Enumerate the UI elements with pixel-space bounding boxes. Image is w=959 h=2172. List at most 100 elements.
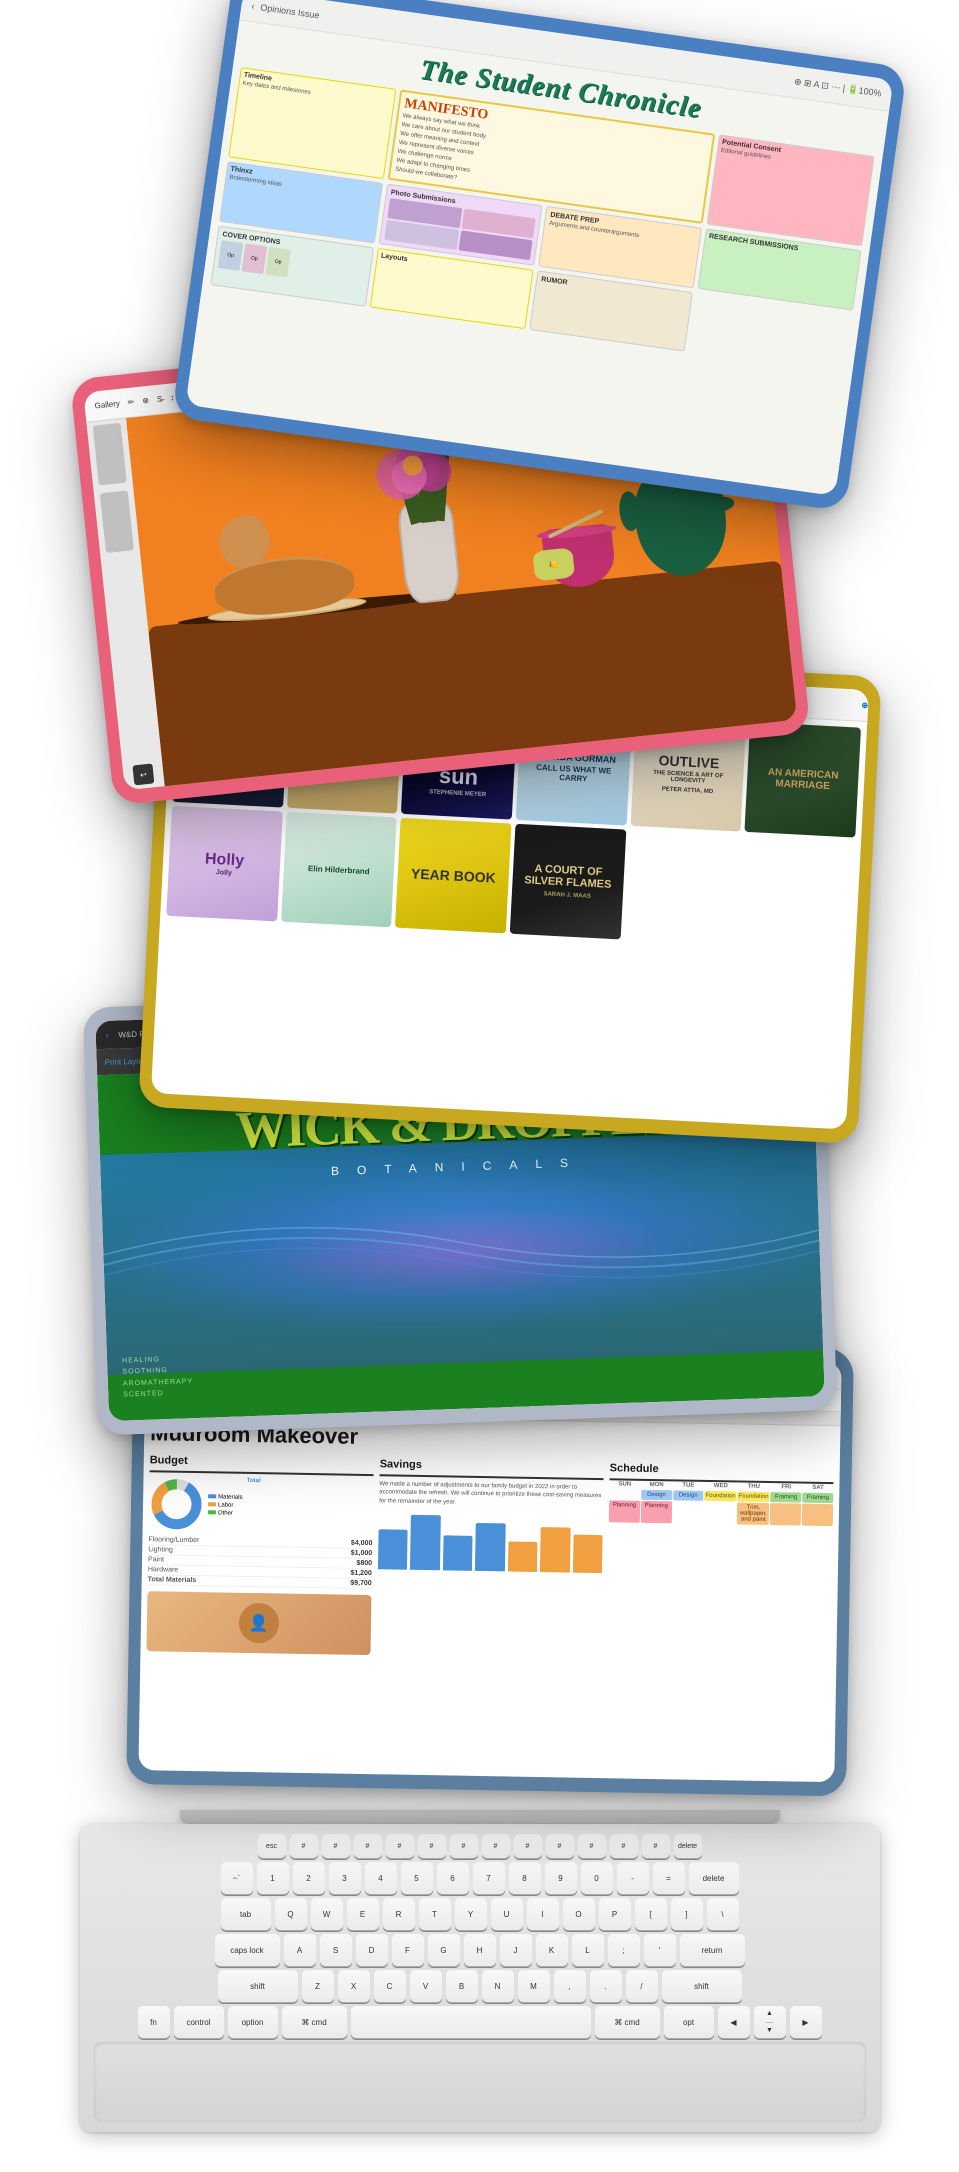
key-j[interactable]: J [500,1934,532,1966]
key-4[interactable]: 4 [365,1862,397,1894]
back-icon-word: ‹ [105,1030,108,1039]
key-equals[interactable]: = [653,1862,685,1894]
key-f1[interactable]: # [290,1834,318,1858]
key-f9[interactable]: # [546,1834,574,1858]
key-f3[interactable]: # [354,1834,382,1858]
book-court[interactable]: A COURT OF SILVER FLAMES SARAH J. MAAS [509,824,625,940]
key-k[interactable]: K [536,1934,568,1966]
key-esc[interactable]: esc [258,1834,286,1858]
opacity-slider[interactable] [92,423,126,486]
key-delete[interactable]: delete [689,1862,739,1894]
key-y[interactable]: Y [455,1898,487,1930]
key-f8[interactable]: # [514,1834,542,1858]
bar-5 [507,1542,537,1573]
key-tab[interactable]: tab [221,1898,271,1930]
key-semicolon[interactable]: ; [608,1934,640,1966]
key-m[interactable]: M [518,1970,550,2002]
book-sub-outlive: THE SCIENCE & ART OF LONGEVITY [638,769,737,786]
key-shift-left[interactable]: shift [218,1970,298,2002]
key-2[interactable]: 2 [293,1862,325,1894]
key-6[interactable]: 6 [437,1862,469,1894]
key-left[interactable]: ◀ [718,2006,750,2038]
key-1[interactable]: 1 [257,1862,289,1894]
key-quote[interactable]: ' [644,1934,676,1966]
key-rbracket[interactable]: ] [671,1898,703,1930]
key-x[interactable]: X [338,1970,370,2002]
trackpad[interactable] [94,2042,866,2122]
key-3[interactable]: 3 [329,1862,361,1894]
book-title-hild: Elin Hilderbrand [307,863,369,875]
key-cmd-right[interactable]: ⌘ cmd [595,2006,660,2038]
key-f10[interactable]: # [578,1834,606,1858]
key-l[interactable]: L [572,1934,604,1966]
key-p[interactable]: P [599,1898,631,1930]
key-0[interactable]: 0 [581,1862,613,1894]
book-american[interactable]: AN AMERICAN MARRIAGE [744,722,860,838]
key-delete-fn[interactable]: delete [674,1834,702,1858]
cal-fri: FRI [770,1483,801,1492]
key-slash[interactable]: / [626,1970,658,2002]
key-r[interactable]: R [383,1898,415,1930]
key-7[interactable]: 7 [473,1862,505,1894]
key-g[interactable]: G [428,1934,460,1966]
key-return[interactable]: return [680,1934,745,1966]
key-f7[interactable]: # [482,1834,510,1858]
key-f2[interactable]: # [322,1834,350,1858]
bar-7 [572,1535,602,1574]
key-lbracket[interactable]: [ [635,1898,667,1930]
books-search[interactable]: ⊕ [861,701,868,710]
key-shift-right[interactable]: shift [662,1970,742,2002]
value-flooring: $4,000 [350,1540,372,1547]
key-option-left[interactable]: option [228,2006,278,2038]
key-8[interactable]: 8 [509,1862,541,1894]
key-f4[interactable]: # [386,1834,414,1858]
key-fn[interactable]: fn [138,2006,170,2038]
key-period[interactable]: . [590,1970,622,2002]
cal-empty-1 [609,1489,640,1500]
key-caps[interactable]: caps lock [215,1934,280,1966]
key-v[interactable]: V [410,1970,442,2002]
key-h[interactable]: H [464,1934,496,1966]
key-comma[interactable]: , [554,1970,586,2002]
key-updown[interactable]: ▲ ▼ [754,2006,786,2038]
key-9[interactable]: 9 [545,1862,577,1894]
cal-cell-2: Design [672,1490,703,1501]
key-a[interactable]: A [284,1934,316,1966]
gallery-button[interactable]: Gallery [94,399,120,411]
book-holly[interactable]: Holly Jolly [166,806,282,922]
key-right[interactable]: ▶ [790,2006,822,2038]
key-t[interactable]: T [419,1898,451,1930]
key-d[interactable]: D [356,1934,388,1966]
key-f11[interactable]: # [610,1834,638,1858]
key-backslash[interactable]: \ [707,1898,739,1930]
undo-icon[interactable]: ↩ [132,763,154,785]
key-s[interactable]: S [320,1934,352,1966]
key-control[interactable]: control [174,2006,224,2038]
budget-legend: Materials Labor Other [207,1477,242,1533]
key-o[interactable]: O [563,1898,595,1930]
key-b[interactable]: B [446,1970,478,2002]
size-slider[interactable] [99,490,133,553]
key-tilde[interactable]: ~` [221,1862,253,1894]
key-space[interactable] [351,2006,591,2038]
key-w[interactable]: W [311,1898,343,1930]
key-q[interactable]: Q [275,1898,307,1930]
key-f[interactable]: F [392,1934,424,1966]
key-e[interactable]: E [347,1898,379,1930]
book-yearbook[interactable]: YEAR BOOK [395,818,511,934]
book-hilderbrand[interactable]: Elin Hilderbrand [280,812,396,928]
key-option-right[interactable]: opt [664,2006,714,2038]
key-i[interactable]: I [527,1898,559,1930]
cal-cell-1: Design [640,1490,671,1501]
timeline-box: Timeline Key dates and milestones [228,67,396,179]
key-minus[interactable]: - [617,1862,649,1894]
key-c[interactable]: C [374,1970,406,2002]
key-5[interactable]: 5 [401,1862,433,1894]
key-u[interactable]: U [491,1898,523,1930]
key-f6[interactable]: # [450,1834,478,1858]
key-n[interactable]: N [482,1970,514,2002]
key-f12[interactable]: # [642,1834,670,1858]
key-cmd-left[interactable]: ⌘ cmd [282,2006,347,2038]
key-z[interactable]: Z [302,1970,334,2002]
key-f5[interactable]: # [418,1834,446,1858]
